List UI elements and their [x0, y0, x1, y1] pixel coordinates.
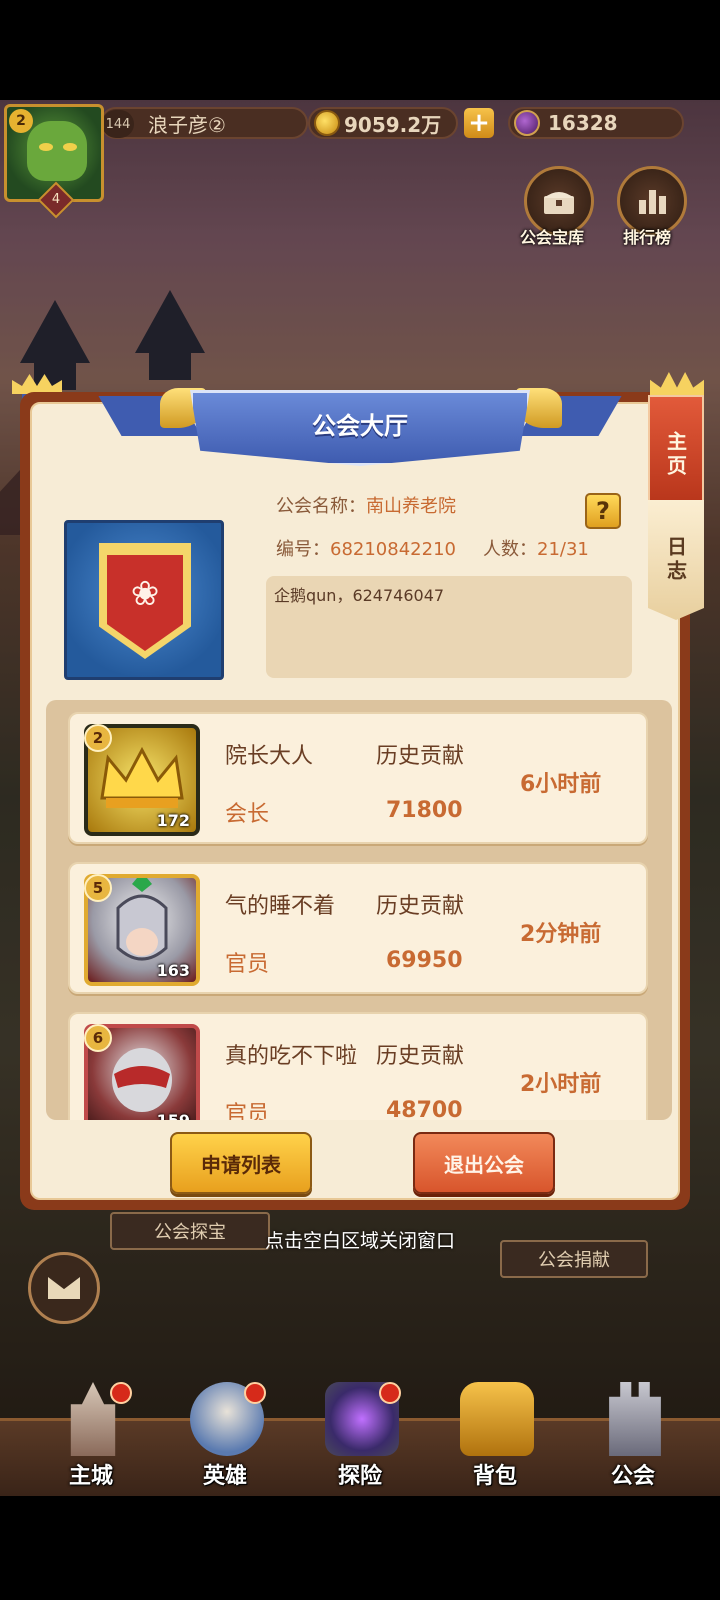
member-row[interactable]: 2 172 院长大人 会长 历史贡献 71800 6小时前: [68, 712, 648, 844]
eye: [63, 143, 77, 151]
member-rank-badge: 5: [84, 874, 112, 902]
guild-notice: 企鹅qun，624746047: [266, 576, 632, 678]
tab-home[interactable]: 主页: [648, 395, 704, 515]
gem-amount: 16328: [548, 111, 618, 135]
player-avatar[interactable]: 2 4: [4, 104, 104, 219]
contribution-value: 48700: [386, 1098, 463, 1120]
gem-icon: [514, 110, 540, 136]
last-seen: 2分钟前: [520, 922, 602, 947]
guild-members-value: 21/31: [537, 539, 589, 560]
treasure-chest-icon: [544, 192, 574, 214]
notification-badge: [244, 1382, 266, 1404]
member-rank-badge: 6: [84, 1024, 112, 1052]
guild-members-label: 人数：: [483, 539, 537, 560]
nav-label: 英雄: [202, 1464, 247, 1489]
member-list[interactable]: 2 172 院长大人 会长 历史贡献 71800 6小时前 5 163 气的睡不…: [46, 700, 672, 1120]
contribution-value: 69950: [386, 948, 463, 973]
last-seen: 6小时前: [520, 772, 602, 797]
nav-guild[interactable]: 公会: [578, 1382, 688, 1494]
last-seen: 2小时前: [520, 1072, 602, 1097]
add-gold-button[interactable]: +: [464, 108, 494, 138]
gem-bar: 16328: [508, 107, 684, 139]
nav-label: 背包: [472, 1464, 517, 1489]
member-avatar: 6 159: [84, 1024, 200, 1120]
nav-label: 探险: [337, 1464, 382, 1489]
guild-donate-label[interactable]: 公会捐献: [500, 1240, 648, 1278]
quit-guild-button[interactable]: 退出公会: [413, 1132, 555, 1194]
history-contribution-label: 历史贡献: [376, 894, 465, 919]
member-rank-badge: 2: [84, 724, 112, 752]
panel-title: 公会大厅: [190, 390, 530, 466]
member-role: 会长: [225, 802, 270, 827]
member-avatar: 5 163: [84, 872, 200, 986]
lotus-icon: ❀: [130, 574, 160, 614]
guild-members-row: 人数：21/31: [483, 535, 589, 561]
member-name: 真的吃不下啦: [225, 1044, 358, 1069]
eye: [39, 143, 53, 151]
notification-badge: [110, 1382, 132, 1404]
nav-explore[interactable]: 探险: [305, 1382, 415, 1494]
leaderboard-label: 排行榜: [623, 228, 672, 247]
gold-bar: 9059.2万: [308, 107, 458, 139]
guild-treasury-label: 公会宝库: [520, 228, 585, 247]
member-level: 163: [156, 961, 190, 980]
history-contribution-label: 历史贡献: [376, 744, 465, 769]
avatar-rank: 4: [51, 192, 61, 207]
application-list-button[interactable]: 申请列表: [170, 1132, 312, 1194]
nav-backpack[interactable]: 背包: [440, 1382, 550, 1494]
guild-name-row: 公会名称：南山养老院: [276, 492, 456, 518]
member-row[interactable]: 6 159 真的吃不下啦 官员 历史贡献 48700 2小时前: [68, 1012, 648, 1120]
guild-emblem: ❀: [64, 520, 224, 680]
guild-tower-icon: [609, 1382, 661, 1456]
guild-id-row: 编号：68210842210: [276, 535, 456, 561]
tab-log[interactable]: 日志: [648, 500, 704, 620]
help-button[interactable]: ?: [585, 493, 621, 529]
backpack-icon: [460, 1382, 534, 1456]
guild-name-label: 公会名称：: [276, 496, 366, 517]
member-level: 172: [156, 811, 190, 830]
avatar-level-badge: 2: [9, 109, 33, 133]
player-level: 144: [102, 110, 134, 138]
member-level: 159: [157, 1111, 190, 1120]
nav-main-city[interactable]: 主城: [36, 1382, 146, 1494]
member-role: 官员: [225, 1102, 270, 1120]
mail-button[interactable]: [28, 1252, 100, 1324]
nav-heroes[interactable]: 英雄: [170, 1382, 280, 1494]
nav-label: 主城: [68, 1464, 113, 1489]
guild-id-value: 68210842210: [330, 539, 456, 560]
envelope-icon: [48, 1277, 80, 1299]
player-name: 浪子彦②: [148, 112, 226, 137]
member-row[interactable]: 5 163 气的睡不着 官员 历史贡献 69950 2分钟前: [68, 862, 648, 994]
member-role: 官员: [225, 952, 270, 977]
guild-name-value: 南山养老院: [366, 496, 456, 517]
member-name: 气的睡不着: [225, 894, 336, 919]
goblin-portrait: [27, 121, 87, 181]
gold-coin-icon: [314, 110, 340, 136]
history-contribution-label: 历史贡献: [376, 1044, 465, 1069]
contribution-value: 71800: [386, 798, 463, 823]
bar-chart-icon: [639, 190, 666, 214]
nav-label: 公会: [610, 1464, 655, 1489]
member-avatar: 2 172: [84, 724, 200, 836]
guild-id-label: 编号：: [276, 539, 330, 560]
member-name: 院长大人: [225, 744, 314, 769]
gold-amount: 9059.2万: [344, 112, 442, 137]
notification-badge: [379, 1382, 401, 1404]
